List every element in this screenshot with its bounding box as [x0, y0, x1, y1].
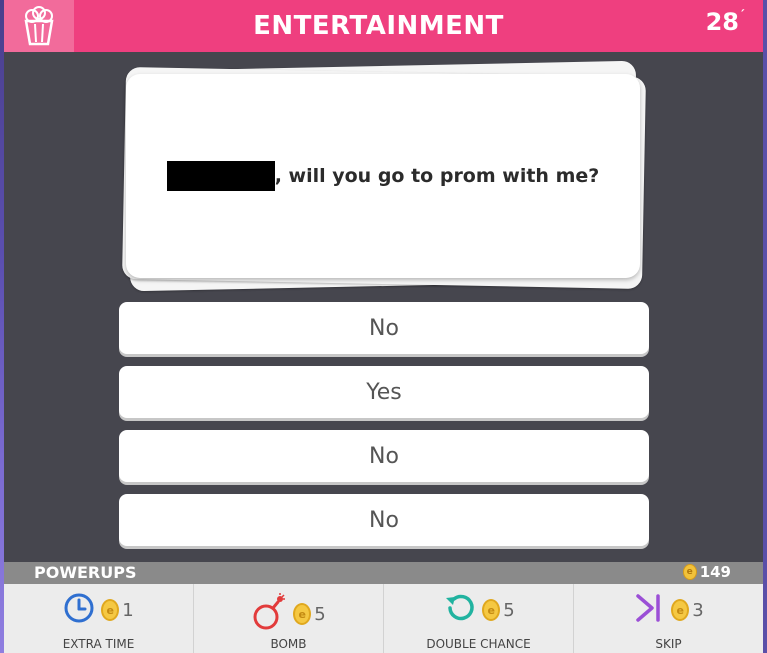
coin-icon: e — [671, 599, 690, 621]
powerup-bomb[interactable]: e 5 BOMB — [194, 584, 384, 653]
category-header: ENTERTAINMENT 28´ — [4, 0, 763, 52]
question: , will you go to prom with me? — [166, 161, 600, 191]
powerup-cost: 5 — [503, 599, 515, 621]
redacted-name — [166, 161, 275, 191]
powerup-label: SKIP — [655, 637, 682, 651]
powerup-extra-time[interactable]: e 1 EXTRA TIME — [4, 584, 194, 653]
coin-balance: e 149 — [682, 563, 731, 581]
coin-icon: e — [293, 603, 312, 625]
timer-value: 28 — [705, 8, 739, 36]
category-title: ENTERTAINMENT — [253, 11, 504, 41]
popcorn-icon — [4, 0, 74, 52]
question-text: , will you go to prom with me? — [274, 165, 600, 187]
skip-icon — [633, 592, 665, 628]
powerup-cost: 1 — [122, 599, 134, 621]
coin-icon: e — [101, 599, 120, 621]
timer: 28´ — [705, 8, 745, 36]
coin-icon: e — [482, 599, 501, 621]
question-card: , will you go to prom with me? — [126, 74, 640, 278]
powerup-cost: 5 — [314, 603, 326, 625]
answer-button-4[interactable]: No — [119, 494, 649, 546]
powerup-double-chance[interactable]: e 5 DOUBLE CHANCE — [384, 584, 574, 653]
coin-icon: e — [682, 564, 697, 580]
background-edge-right — [763, 0, 767, 653]
powerup-skip[interactable]: e 3 SKIP — [574, 584, 763, 653]
coin-balance-value: 149 — [699, 563, 731, 581]
background-edge-left — [0, 0, 4, 653]
powerups-title: POWERUPS — [34, 563, 137, 582]
powerup-label: DOUBLE CHANCE — [426, 637, 531, 651]
powerup-label: BOMB — [270, 637, 307, 651]
clock-icon — [63, 592, 95, 628]
powerup-label: EXTRA TIME — [62, 637, 135, 651]
answer-button-1[interactable]: No — [119, 302, 649, 354]
powerups-panel: e 1 EXTRA TIME e 5 BOMB e 5 DOUBLE CHANC… — [4, 584, 763, 653]
rotate-icon — [442, 592, 476, 628]
bomb-icon — [251, 592, 287, 636]
powerup-cost: 3 — [692, 599, 704, 621]
powerups-bar: POWERUPS e 149 — [4, 562, 763, 584]
answer-button-3[interactable]: No — [119, 430, 649, 482]
answer-button-2[interactable]: Yes — [119, 366, 649, 418]
